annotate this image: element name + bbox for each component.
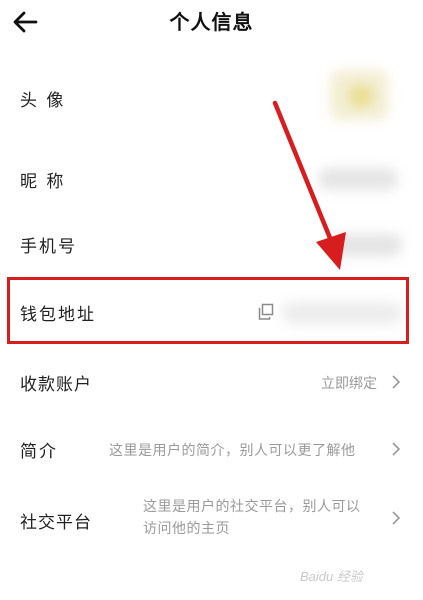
social-platform-value-line2: 访问他的主页: [143, 521, 230, 537]
payment-account-row[interactable]: 收款账户 立即绑定: [0, 362, 423, 402]
page-title: 个人信息: [169, 10, 254, 34]
chevron-right-icon: [392, 442, 401, 456]
social-platform-row[interactable]: 社交平台 这里是用户的社交平台，别人可以 访问他的主页: [0, 494, 423, 546]
watermark: Baidu 经验: [300, 569, 363, 584]
social-platform-label: 社交平台: [20, 513, 92, 533]
header: 个人信息: [0, 0, 423, 44]
chevron-right-icon: [392, 511, 401, 525]
wallet-label: 钱包地址: [20, 305, 96, 325]
avatar-image-center: [348, 85, 374, 107]
phone-value-blurred: [330, 234, 402, 256]
bind-now-link[interactable]: 立即绑定: [321, 373, 377, 393]
social-platform-value-line1: 这里是用户的社交平台，别人可以: [143, 499, 361, 515]
chevron-right-icon: [392, 375, 401, 389]
intro-label: 简介: [20, 442, 58, 462]
nickname-label: 昵 称: [20, 172, 66, 192]
intro-value: 这里是用户的简介，别人可以更了解他: [109, 443, 356, 459]
phone-label: 手机号: [20, 237, 77, 257]
nickname-value-blurred: [318, 168, 398, 190]
avatar-label: 头 像: [20, 91, 66, 111]
payment-account-label: 收款账户: [20, 375, 92, 395]
wallet-address-blurred: [282, 302, 402, 324]
copy-icon[interactable]: [257, 303, 275, 321]
intro-row[interactable]: 简介 这里是用户的简介，别人可以更了解他: [0, 428, 423, 468]
